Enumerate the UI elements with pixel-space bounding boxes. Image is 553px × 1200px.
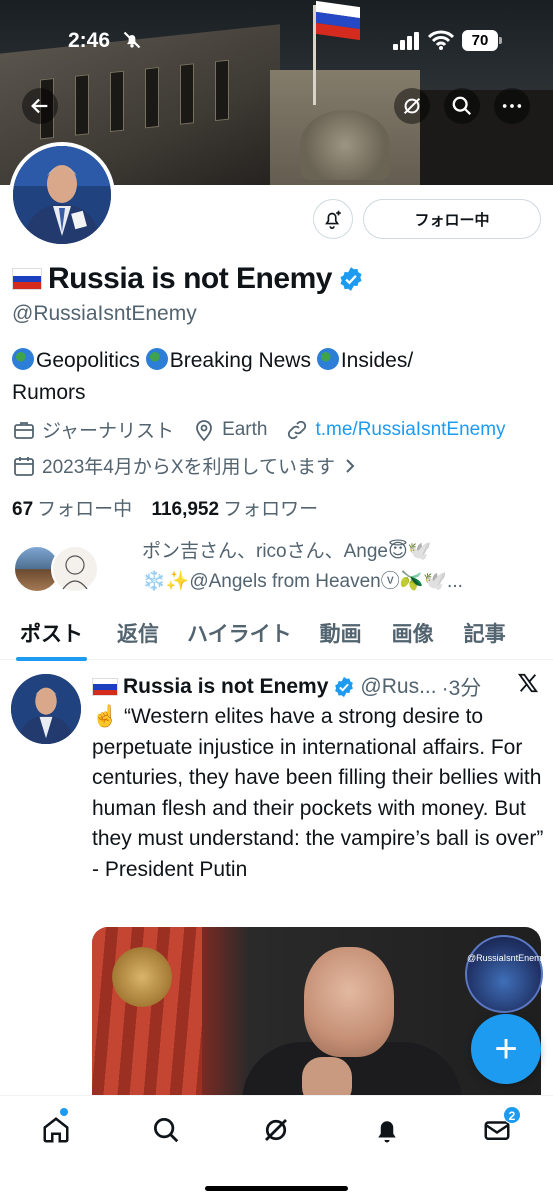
following-count-link[interactable]: 67 フォロー中 xyxy=(12,499,132,520)
chevron-right-icon[interactable] xyxy=(343,457,357,475)
notifications-icon xyxy=(378,1121,396,1143)
x-logo-icon xyxy=(517,673,539,693)
display-name: Russia is not Enemy xyxy=(48,262,332,295)
link-icon xyxy=(288,420,307,439)
followed-by-line: ポン吉さん、ricoさん、Ange😇🕊️ xyxy=(142,541,432,562)
bell-slash-icon xyxy=(123,31,141,49)
nav-grok[interactable] xyxy=(256,1110,296,1150)
russia-flag-icon xyxy=(12,268,42,290)
home-unread-dot xyxy=(60,1108,68,1116)
media-watermark: @RussiaIsntEnemy xyxy=(465,935,547,1013)
nav-notifications[interactable] xyxy=(367,1110,407,1150)
profile-category: ジャーナリスト xyxy=(42,421,175,442)
search-icon xyxy=(154,1118,179,1143)
profile-meta: ジャーナリスト Earth t.me/RussiaIsntEnemy xyxy=(12,416,506,443)
bottom-navigation: 2 xyxy=(0,1095,553,1200)
profile-link[interactable]: t.me/RussiaIsntEnemy xyxy=(315,419,505,441)
following-label: フォロー中 xyxy=(37,499,133,520)
tab-images[interactable]: 画像 xyxy=(392,612,434,659)
profile-bio: Geopolitics Breaking News Insides/ Rumor… xyxy=(12,345,532,409)
more-button[interactable] xyxy=(494,88,530,124)
search-icon xyxy=(452,96,472,116)
tweet-avatar[interactable] xyxy=(11,674,81,744)
grok-icon xyxy=(265,1119,287,1141)
tweet-text: ☝️ “Western elites have a strong desire … xyxy=(92,705,544,881)
bio-text: Insides/ xyxy=(340,349,414,372)
profile-location: Earth xyxy=(222,418,268,440)
banner-shadow xyxy=(420,90,553,185)
signal-icon xyxy=(393,32,419,50)
tweet-time: ·3分 xyxy=(441,677,482,700)
grok-button[interactable] xyxy=(394,88,430,124)
nav-home[interactable] xyxy=(36,1110,76,1150)
status-bar: 2:46 70 xyxy=(0,0,553,80)
status-time: 2:46 xyxy=(68,29,111,52)
back-icon xyxy=(31,98,48,114)
tab-videos[interactable]: 動画 xyxy=(320,612,362,659)
following-button[interactable]: フォロー中 xyxy=(363,199,541,239)
globe-icon xyxy=(145,348,168,370)
media-person-head xyxy=(304,947,394,1057)
home-indicator xyxy=(205,1186,348,1191)
tab-posts[interactable]: ポスト xyxy=(16,612,87,661)
calendar-icon xyxy=(14,456,34,476)
tab-highlights[interactable]: ハイライト xyxy=(187,612,292,659)
followers-count-link[interactable]: 116,952 フォロワー xyxy=(151,499,318,520)
tab-replies[interactable]: 返信 xyxy=(117,612,159,659)
avatar xyxy=(51,545,99,593)
wifi-icon xyxy=(428,30,454,50)
banner-emblem xyxy=(300,110,390,180)
more-icon xyxy=(502,104,522,108)
profile-avatar[interactable] xyxy=(9,142,115,248)
globe-icon xyxy=(316,348,339,370)
bio-text: Rumors xyxy=(12,381,86,404)
bio-text: Breaking News xyxy=(169,349,311,372)
bell-plus-icon xyxy=(325,210,341,229)
followed-by-text[interactable]: ポン吉さん、ricoさん、Ange😇🕊️ ❄️✨@Angels from Hea… xyxy=(142,537,542,597)
mutual-followers-avatars[interactable] xyxy=(13,545,103,595)
followers-count: 116,952 xyxy=(151,499,220,520)
tweet-header: Russia is not Enemy @Rus... ·3分 xyxy=(92,672,481,702)
followed-by-line: ❄️✨@Angels from Heavenⓥ🫒🕊️... xyxy=(142,571,463,592)
globe-icon xyxy=(12,348,34,370)
tweet-author-name[interactable]: Russia is not Enemy xyxy=(123,675,328,699)
messages-badge: 2 xyxy=(503,1106,521,1124)
profile-tabs: ポスト 返信 ハイライト 動画 画像 記事 xyxy=(0,612,553,661)
search-button[interactable] xyxy=(444,88,480,124)
followers-label: フォロワー xyxy=(223,499,319,520)
following-count: 67 xyxy=(12,499,34,520)
location-icon xyxy=(196,419,212,441)
notify-button[interactable] xyxy=(313,199,353,239)
battery-level: 70 xyxy=(462,30,498,51)
briefcase-icon xyxy=(14,421,34,439)
watermark-text: @RussiaIsntEnemy xyxy=(467,953,547,963)
joined-date-row: 2023年4月からXを利用しています xyxy=(12,452,357,479)
joined-date: 2023年4月からXを利用しています xyxy=(42,457,335,478)
back-button[interactable] xyxy=(22,88,58,124)
profile-name-row: Russia is not Enemy xyxy=(12,262,364,296)
verified-icon[interactable] xyxy=(338,266,364,292)
follow-counts: 67 フォロー中 116,952 フォロワー xyxy=(12,494,318,521)
verified-icon xyxy=(335,676,354,698)
media-emblem xyxy=(112,947,172,1007)
russia-flag-icon xyxy=(92,678,118,696)
grok-icon xyxy=(403,97,421,115)
nav-search[interactable] xyxy=(146,1110,186,1150)
battery-indicator: 70 xyxy=(462,30,502,51)
avatar-portrait xyxy=(13,146,111,244)
tab-articles[interactable]: 記事 xyxy=(464,612,506,659)
bio-text: Geopolitics xyxy=(36,349,140,372)
profile-handle: @RussiaIsntEnemy xyxy=(12,302,197,325)
home-icon xyxy=(43,1117,69,1143)
tweet-author-handle: @Rus... xyxy=(360,675,437,698)
compose-button[interactable]: + xyxy=(471,1014,541,1084)
